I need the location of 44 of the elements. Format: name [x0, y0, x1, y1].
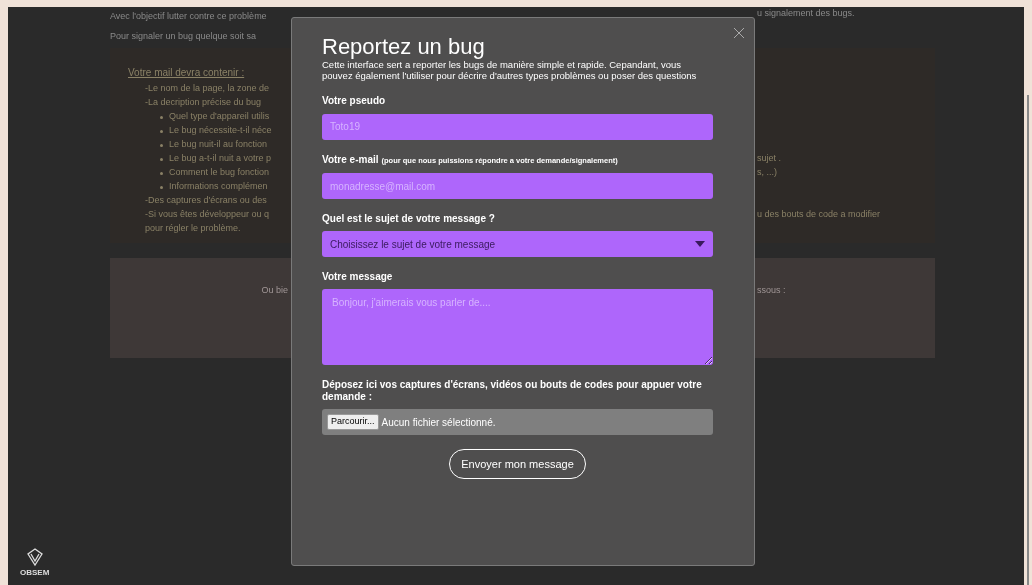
field-label: Votre pseudo	[322, 95, 386, 106]
instruction-text: -Des captures d'écrans ou des	[145, 194, 267, 208]
intro-text: Avec l'objectif lutter contre ce problème	[110, 11, 267, 21]
instructions-title: Votre mail devra contenir :	[128, 65, 245, 80]
instruction-text: Informations complémen	[169, 180, 268, 194]
caret-icon	[695, 241, 705, 247]
text-field[interactable]: monadresse@mail.com	[322, 173, 713, 199]
dialog-description: Cette interface sert a reporter les bugs de manière simple et rapide. Cepandant, vous pouvez également l'utiliser pour décrire d'autres types problèmes ou poser des questions	[322, 59, 698, 81]
field-label: Déposez ici vos captures d'écrans, vidéos ou bouts de codes pour appuer votre demande :	[322, 379, 702, 402]
instruction-text: Quel type d'appareil utilis	[169, 110, 270, 124]
instruction-text: -La decription précise du bug	[145, 96, 262, 110]
instruction-text: Comment le bug fonction	[169, 166, 270, 180]
bullet-icon	[160, 129, 163, 133]
instruction-text: Le bug a-t-il nuit a votre p	[169, 152, 272, 166]
bullet-icon	[160, 157, 163, 161]
instruction-text: Le bug nécessite-t-il néce	[169, 124, 272, 138]
subject-select[interactable]: Choisissez le sujet de votre message	[322, 231, 713, 257]
alternative-text: Ou bie	[261, 284, 288, 298]
instruction-text: pour régler le problème.	[145, 222, 241, 236]
message-field[interactable]: Bonjour, j'aimerais vous parler de....	[322, 289, 713, 365]
browse-button[interactable]: Parcourir...	[327, 414, 379, 430]
bullet-icon	[160, 171, 163, 175]
instruction-text: sujet .	[757, 152, 781, 166]
instruction-text: Le bug nuit-il au fonction	[169, 138, 268, 152]
instruction-text: -Si vous êtes développeur ou q	[145, 208, 270, 222]
close-button[interactable]	[732, 26, 746, 40]
intro-text: Pour signaler un bug quelque soit sa	[110, 31, 257, 41]
close-icon	[733, 27, 745, 39]
instruction-text: s, ...)	[757, 166, 777, 180]
field-label: Votre message	[322, 271, 393, 282]
intro-text: u signalement des bugs.	[757, 7, 855, 21]
field-label: Votre e-mail	[322, 153, 379, 165]
instruction-text: u des bouts de code a modifier	[757, 208, 881, 222]
bullet-icon	[160, 115, 163, 119]
dialog-title: Reportez un bug	[322, 35, 486, 59]
logo-text: OBSEM	[20, 567, 50, 579]
field-label: Quel est le sujet de votre message ?	[322, 213, 495, 224]
bullet-icon	[160, 143, 163, 147]
bullet-icon	[160, 185, 163, 189]
alternative-text: ssous :	[757, 284, 786, 298]
text-field[interactable]: Toto19	[322, 113, 713, 140]
file-field[interactable]: Parcourir... Aucun fichier sélectionné.	[322, 409, 713, 435]
file-status: Aucun fichier sélectionné.	[381, 415, 496, 430]
instruction-text: -Le nom de la page, la zone de	[145, 82, 270, 96]
